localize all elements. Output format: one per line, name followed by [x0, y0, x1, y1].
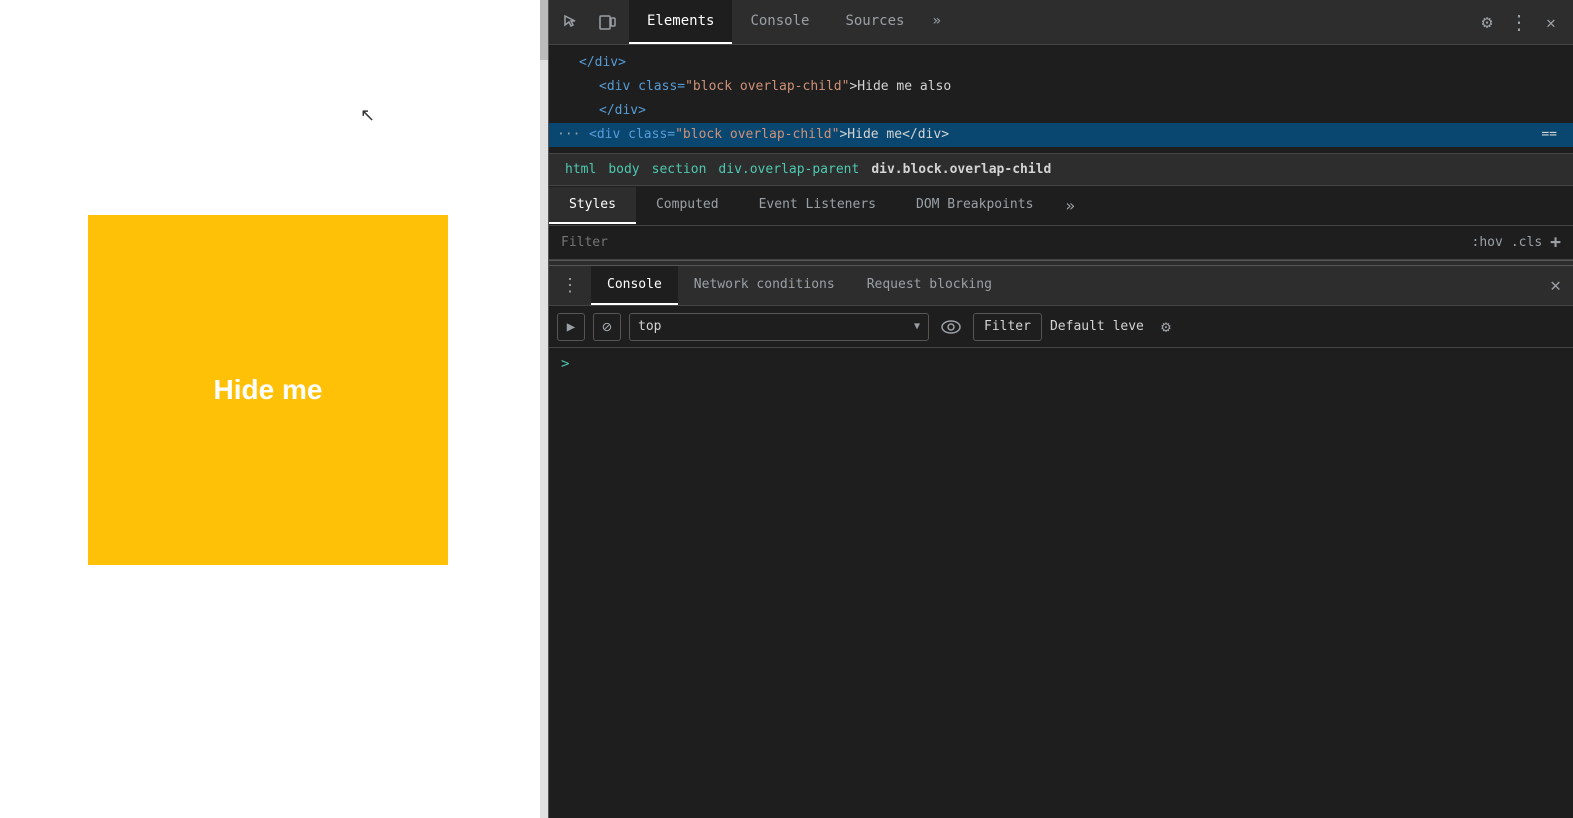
tab-console[interactable]: Console	[732, 0, 827, 44]
yellow-box: Hide me	[88, 215, 448, 565]
tag-open: <div class=	[599, 79, 685, 94]
breadcrumb-html[interactable]: html	[561, 160, 600, 179]
hov-button[interactable]: :hov	[1472, 235, 1503, 250]
filter-bar: :hov .cls +	[549, 226, 1573, 260]
console-menu-icon[interactable]: ⋮	[549, 275, 591, 296]
attr-value-selected: "block overlap-child"	[675, 127, 839, 142]
panel-divider	[549, 260, 1573, 266]
devtools-toolbar: Elements Console Sources » ⚙ ⋮ ✕	[549, 0, 1573, 45]
tab-event-listeners[interactable]: Event Listeners	[739, 187, 896, 224]
tag-text: </div>	[579, 55, 626, 70]
console-settings-button[interactable]: ⚙	[1152, 313, 1180, 341]
settings-icon[interactable]: ⚙	[1473, 8, 1501, 36]
tab-elements[interactable]: Elements	[629, 0, 732, 44]
html-line[interactable]: </div>	[549, 99, 1573, 123]
cursor-icon: ↖	[360, 105, 372, 123]
webpage-preview: ↖ Hide me	[0, 0, 549, 818]
tab-computed[interactable]: Computed	[636, 187, 739, 224]
console-play-button[interactable]: ▶	[557, 313, 585, 341]
tab-styles[interactable]: Styles	[549, 187, 636, 224]
add-style-rule-button[interactable]: +	[1550, 232, 1561, 253]
console-close-button[interactable]: ✕	[1538, 275, 1573, 296]
cls-button[interactable]: .cls	[1511, 235, 1542, 250]
elements-panel: </div> <div class="block overlap-child">…	[549, 45, 1573, 154]
attr-value: "block overlap-child"	[685, 79, 849, 94]
inspector-tabs: Styles Computed Event Listeners DOM Brea…	[549, 186, 1573, 226]
yellow-box-text: Hide me	[214, 374, 323, 406]
tag-open-selected: <div class=	[589, 127, 675, 142]
console-tab-console[interactable]: Console	[591, 266, 678, 305]
html-line-selected[interactable]: ··· <div class="block overlap-child">Hid…	[549, 123, 1573, 147]
tab-more-inspector[interactable]: »	[1053, 186, 1087, 225]
breadcrumb-section[interactable]: section	[648, 160, 711, 179]
device-icon[interactable]	[593, 8, 621, 36]
tab-dom-breakpoints[interactable]: DOM Breakpoints	[896, 187, 1053, 224]
console-filter-button[interactable]: Filter	[973, 313, 1042, 341]
inspect-icon[interactable]	[557, 8, 585, 36]
tab-sources[interactable]: Sources	[827, 0, 922, 44]
console-toolbar: ▶ ⊘ top ▼ Filter Default leve ⚙	[549, 306, 1573, 348]
toolbar-icons	[549, 8, 629, 36]
console-panel: ⋮ Console Network conditions Request blo…	[549, 266, 1573, 818]
console-content: >	[549, 348, 1573, 818]
html-line[interactable]: <div class="block overlap-child">Hide me…	[549, 75, 1573, 99]
left-scrollbar-thumb[interactable]	[540, 0, 548, 60]
console-tab-request-blocking[interactable]: Request blocking	[851, 266, 1008, 305]
toolbar-right-icons: ⚙ ⋮ ✕	[1465, 8, 1573, 36]
console-tabs-bar: ⋮ Console Network conditions Request blo…	[549, 266, 1573, 306]
breadcrumb-overlap-parent[interactable]: div.overlap-parent	[714, 160, 863, 179]
tab-more[interactable]: »	[922, 0, 950, 44]
breadcrumb-bar: html body section div.overlap-parent div…	[549, 154, 1573, 186]
ellipsis-icon: ···	[557, 124, 580, 146]
close-devtools-icon[interactable]: ✕	[1537, 8, 1565, 36]
tag-close: </div>	[599, 103, 646, 118]
console-eye-button[interactable]	[937, 313, 965, 341]
console-tab-network-conditions[interactable]: Network conditions	[678, 266, 851, 305]
tag-content-selected: >Hide me</div>	[839, 127, 949, 142]
console-block-button[interactable]: ⊘	[593, 313, 621, 341]
devtools-panel: Elements Console Sources » ⚙ ⋮ ✕	[549, 0, 1573, 818]
filter-right: :hov .cls +	[1472, 232, 1561, 253]
filter-input[interactable]	[561, 235, 1472, 250]
equals-sign: ==	[1541, 124, 1557, 146]
more-options-icon[interactable]: ⋮	[1505, 8, 1533, 36]
default-level-text: Default leve	[1050, 319, 1144, 334]
console-context-select[interactable]: top ▼	[629, 313, 929, 341]
html-line[interactable]: </div>	[549, 51, 1573, 75]
breadcrumb-overlap-child[interactable]: div.block.overlap-child	[867, 160, 1055, 179]
breadcrumb-body[interactable]: body	[604, 160, 643, 179]
left-scrollbar[interactable]	[540, 0, 548, 818]
devtools-tabs: Elements Console Sources »	[629, 0, 1465, 44]
console-prompt: >	[561, 356, 569, 372]
tag-content: >Hide me also	[849, 79, 951, 94]
